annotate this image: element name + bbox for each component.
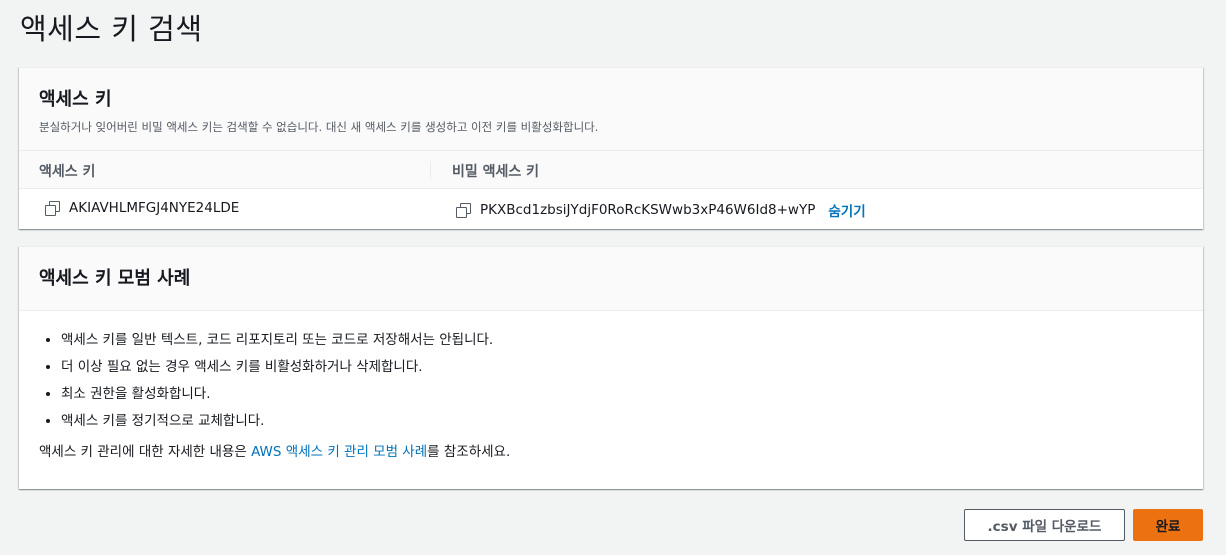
column-header-access-key: 액세스 키	[39, 164, 96, 180]
column-header-secret-access-key: 비밀 액세스 키	[452, 164, 540, 180]
access-keys-panel-title: 액세스 키	[39, 89, 112, 110]
best-practices-panel-title: 액세스 키 모범 사례	[39, 268, 191, 289]
access-key-cell: AKIAVHLMFGJ4NYE24LDE	[44, 200, 239, 216]
copy-icon[interactable]	[44, 200, 60, 216]
list-item: 액세스 키를 일반 텍스트, 코드 리포지토리 또는 코드로 저장해서는 안됩니…	[61, 327, 1183, 354]
best-practices-list: 액세스 키를 일반 텍스트, 코드 리포지토리 또는 코드로 저장해서는 안됩니…	[39, 327, 1183, 435]
best-practices-body: 액세스 키를 일반 텍스트, 코드 리포지토리 또는 코드로 저장해서는 안됩니…	[19, 311, 1203, 466]
access-keys-panel-description: 분실하거나 잊어버린 비밀 액세스 키는 검색할 수 없습니다. 대신 새 액세…	[39, 120, 599, 134]
access-keys-panel: 액세스 키 분실하거나 잊어버린 비밀 액세스 키는 검색할 수 없습니다. 대…	[19, 67, 1203, 229]
list-item: 최소 권한을 활성화합니다.	[61, 381, 1183, 408]
access-key-id: AKIAVHLMFGJ4NYE24LDE	[69, 200, 240, 216]
done-button[interactable]: 완료	[1133, 509, 1203, 541]
table-row: AKIAVHLMFGJ4NYE24LDE PKXBcd1zbsiJYdjF0Ro…	[19, 189, 1203, 229]
access-keys-table: 액세스 키 비밀 액세스 키 AKIAVHLMFGJ4NYE24LDE PKXB…	[19, 151, 1203, 229]
copy-icon[interactable]	[455, 202, 471, 218]
secret-access-key: PKXBcd1zbsiJYdjF0RoRcKSWwb3xP46W6Id8+wYP	[480, 202, 816, 218]
access-keys-panel-header: 액세스 키 분실하거나 잊어버린 비밀 액세스 키는 검색할 수 없습니다. 대…	[19, 68, 1203, 151]
secret-access-key-cell: PKXBcd1zbsiJYdjF0RoRcKSWwb3xP46W6Id8+wYP…	[455, 200, 866, 220]
best-practices-reference: 액세스 키 관리에 대한 자세한 내용은 AWS 액세스 키 관리 모범 사례를…	[39, 439, 1183, 466]
best-practices-panel-header: 액세스 키 모범 사례	[19, 247, 1203, 311]
access-keys-table-header: 액세스 키 비밀 액세스 키	[19, 151, 1203, 189]
reference-suffix: 를 참조하세요.	[427, 444, 511, 460]
list-item: 더 이상 필요 없는 경우 액세스 키를 비활성화하거나 삭제합니다.	[61, 354, 1183, 381]
column-divider	[430, 161, 431, 179]
reference-prefix: 액세스 키 관리에 대한 자세한 내용은	[39, 444, 252, 460]
download-csv-button[interactable]: .csv 파일 다운로드	[964, 509, 1125, 541]
page-title: 액세스 키 검색	[20, 12, 203, 46]
hide-secret-link[interactable]: 숨기기	[828, 200, 865, 220]
best-practices-link[interactable]: AWS 액세스 키 관리 모범 사례	[251, 444, 427, 460]
best-practices-panel: 액세스 키 모범 사례 액세스 키를 일반 텍스트, 코드 리포지토리 또는 코…	[19, 246, 1203, 489]
list-item: 액세스 키를 정기적으로 교체합니다.	[61, 408, 1183, 435]
